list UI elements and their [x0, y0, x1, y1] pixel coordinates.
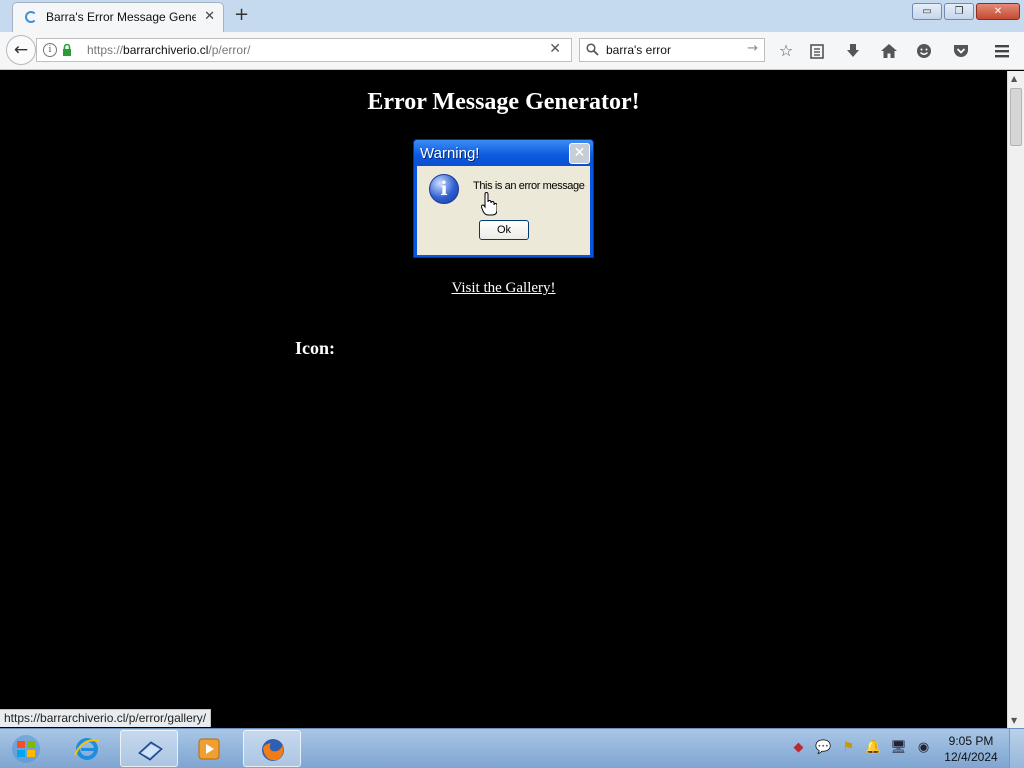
url-domain: barrarchiverio.cl — [123, 43, 209, 57]
tab-title: Barra's Error Message Gene... — [46, 10, 196, 24]
menu-icon[interactable] — [992, 41, 1012, 61]
info-icon: i — [429, 174, 459, 204]
url-text[interactable]: https://barrarchiverio.cl/p/error/ — [87, 43, 250, 57]
dialog-message: This is an error message — [473, 180, 585, 192]
start-button-icon[interactable] — [6, 733, 46, 765]
warning-dialog: Warning! ✕ i This is an error message Ok — [413, 139, 594, 258]
window-controls: ▭ ❐ ✕ — [912, 3, 1020, 20]
show-desktop-button[interactable] — [1009, 729, 1024, 768]
restore-button[interactable]: ❐ — [944, 3, 974, 20]
status-link-url: https://barrarchiverio.cl/p/error/galler… — [0, 709, 212, 727]
url-bar[interactable]: i https://barrarchiverio.cl/p/error/ ✕ — [36, 38, 572, 62]
clock-time: 9:05 PM — [948, 734, 994, 748]
icon-section-label: Icon: — [295, 338, 335, 358]
url-prefix: https:// — [87, 43, 124, 57]
hand-cursor-icon — [481, 192, 497, 216]
taskbar-clock[interactable]: 9:05 PM 12/4/2024 — [936, 733, 1006, 765]
ok-button[interactable]: Ok — [479, 220, 529, 240]
page-title: Error Message Generator! — [367, 89, 640, 115]
shield-icon[interactable]: ◆ — [790, 739, 807, 756]
network-icon[interactable]: 🖥 — [890, 739, 907, 756]
pocket-icon[interactable] — [951, 41, 971, 61]
scroll-down-icon[interactable]: ▼ — [1011, 716, 1017, 725]
reading-list-icon[interactable] — [807, 41, 827, 61]
download-icon[interactable] — [843, 41, 863, 61]
search-icon — [586, 43, 599, 56]
dialog-title: Warning! — [420, 145, 480, 162]
url-path: /p/error/ — [208, 43, 251, 57]
back-button[interactable]: ← — [6, 35, 36, 65]
lock-icon — [63, 43, 71, 56]
windows-taskbar: ◆ 💬 ⚑ 🔔 🖥 ◉ 9:05 PM 12/4/2024 — [0, 728, 1024, 768]
page-content: Error Message Generator! Warning! ✕ i Th… — [0, 71, 1007, 728]
site-info-icon[interactable]: i — [43, 43, 57, 57]
taskbar-media-player[interactable] — [180, 730, 238, 767]
minimize-button[interactable]: ▭ — [912, 3, 942, 20]
loading-spinner-icon — [25, 11, 37, 23]
url-clear-icon[interactable]: ✕ — [549, 41, 561, 57]
notification-bell-icon[interactable]: 🔔 — [865, 739, 882, 756]
clock-date: 12/4/2024 — [944, 750, 998, 764]
gallery-link[interactable]: Visit the Gallery! — [0, 280, 1007, 297]
security-center-icon[interactable]: ⚑ — [840, 739, 857, 756]
dialog-body: i This is an error message Ok — [417, 166, 590, 255]
new-tab-button[interactable]: + — [234, 4, 249, 25]
tab-bar: Barra's Error Message Gene... ✕ + ▭ ❐ ✕ — [0, 0, 1024, 32]
scroll-up-icon[interactable]: ▲ — [1011, 74, 1017, 83]
vertical-scrollbar[interactable]: ▲ ▼ — [1007, 71, 1024, 728]
internet-explorer-icon — [74, 738, 100, 760]
home-icon[interactable] — [879, 41, 899, 61]
volume-icon[interactable]: ◉ — [915, 739, 932, 756]
browser-tab[interactable]: Barra's Error Message Gene... ✕ — [12, 2, 224, 32]
hello-icon[interactable] — [914, 41, 934, 61]
taskbar-server-manager[interactable] — [120, 730, 178, 767]
taskbar-firefox[interactable] — [243, 730, 301, 767]
search-bar[interactable]: barra's error → — [579, 38, 765, 62]
tab-close-icon[interactable]: ✕ — [204, 9, 215, 24]
taskbar-internet-explorer[interactable] — [58, 730, 116, 767]
window-close-button[interactable]: ✕ — [976, 3, 1020, 20]
server-manager-icon — [138, 741, 163, 761]
firefox-icon — [262, 739, 284, 761]
scrollbar-thumb[interactable] — [1010, 88, 1022, 146]
dialog-titlebar: Warning! ✕ — [414, 140, 593, 166]
system-tray: ◆ 💬 ⚑ 🔔 🖥 ◉ — [790, 739, 932, 756]
dialog-close-button[interactable]: ✕ — [569, 143, 590, 164]
search-input[interactable]: barra's error — [606, 43, 671, 57]
chat-bubble-icon[interactable]: 💬 — [815, 739, 832, 756]
bookmark-star-icon[interactable]: ☆ — [776, 41, 796, 61]
search-go-icon[interactable]: → — [747, 41, 758, 56]
media-player-icon — [198, 738, 220, 760]
navigation-toolbar: i https://barrarchiverio.cl/p/error/ ✕ ←… — [0, 32, 1024, 70]
